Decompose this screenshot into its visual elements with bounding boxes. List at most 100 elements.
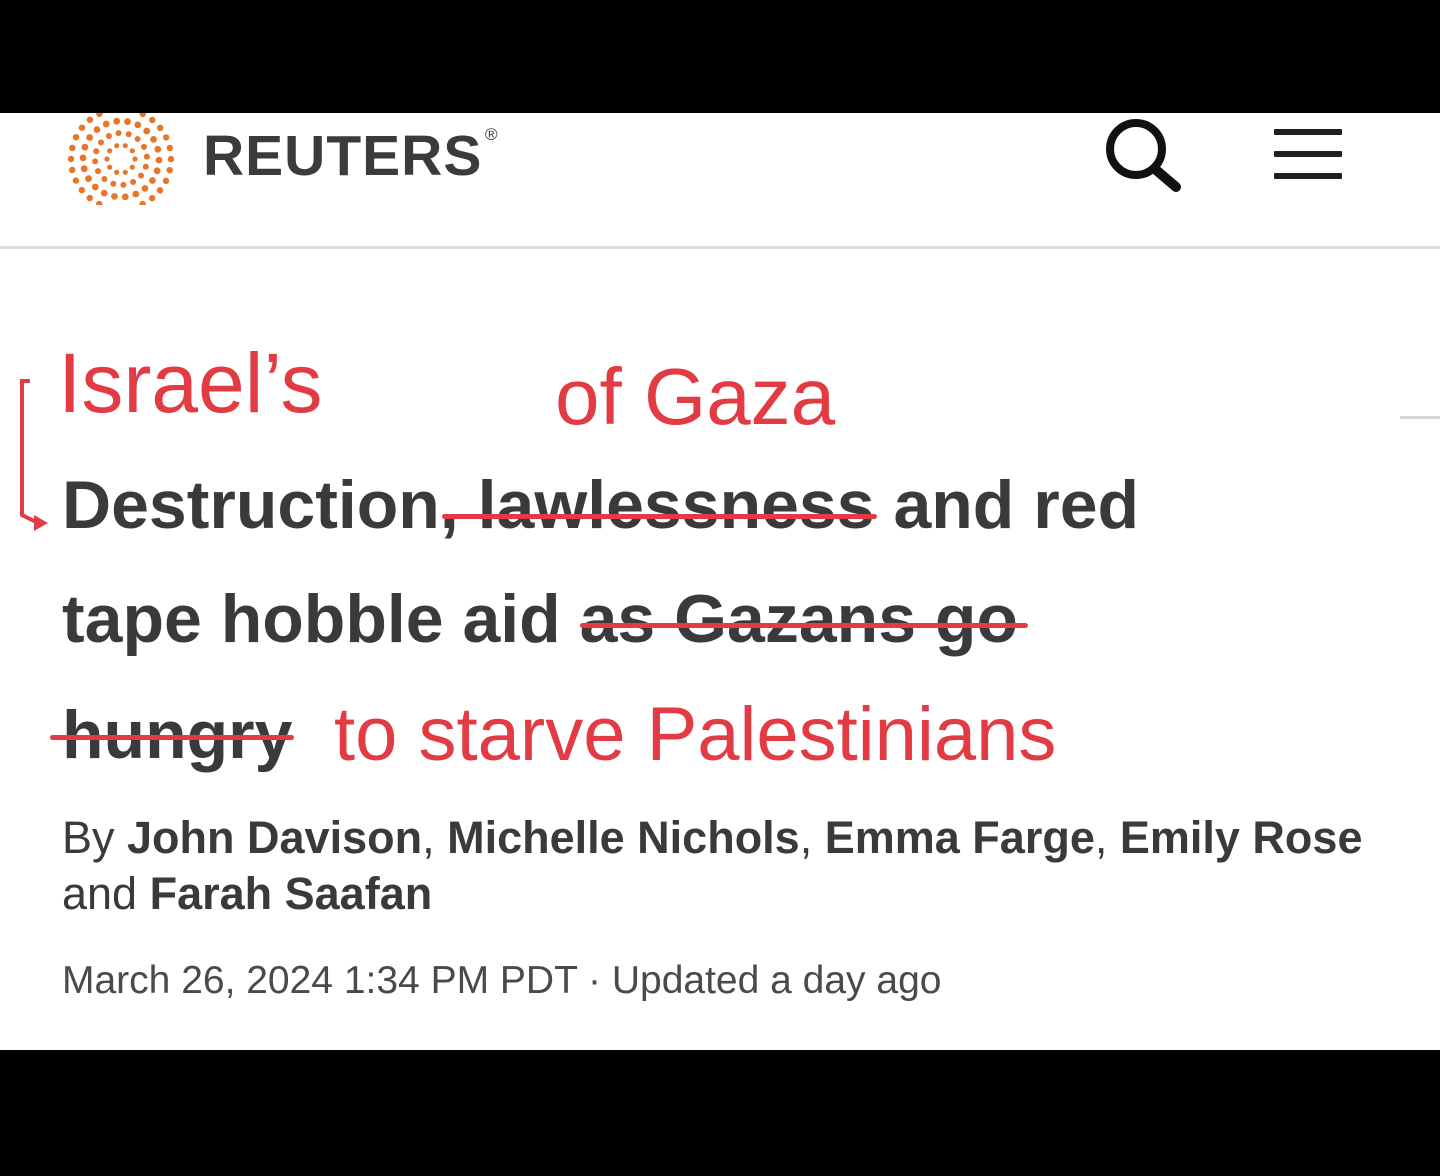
logo-dot bbox=[149, 116, 156, 124]
logo-dot bbox=[72, 134, 80, 141]
site-header: REUTERS ® bbox=[0, 113, 1440, 249]
annotation-israels: Israel’s bbox=[58, 336, 323, 430]
logo-dot bbox=[167, 155, 175, 163]
logo-dot bbox=[69, 144, 76, 151]
logo-dot bbox=[129, 164, 135, 170]
search-icon[interactable] bbox=[1100, 115, 1184, 195]
struck-text: as Gazans go bbox=[579, 581, 1028, 657]
logo-dot bbox=[80, 165, 88, 173]
logo-dot bbox=[143, 153, 150, 160]
logo-dot bbox=[86, 134, 93, 141]
logo-dot bbox=[91, 183, 99, 191]
logo-dot bbox=[78, 186, 85, 194]
struck-words: as Gazans go bbox=[579, 581, 1018, 657]
logo-dot bbox=[92, 158, 99, 165]
headline-text: Destruction bbox=[62, 467, 440, 543]
byline-sep: , bbox=[1094, 812, 1120, 863]
reuters-logo-icon[interactable] bbox=[58, 113, 184, 210]
headline-line-3[interactable]: hungry bbox=[50, 695, 295, 775]
logo-dot bbox=[107, 148, 113, 154]
logo-dot bbox=[166, 167, 173, 174]
byline: By John Davison, Michelle Nichols, Emma … bbox=[62, 810, 1382, 922]
logo-dot bbox=[153, 167, 161, 175]
logo-dot bbox=[98, 139, 104, 146]
byline-prefix: By bbox=[62, 812, 128, 863]
logo-dot bbox=[96, 200, 103, 208]
logo-dot bbox=[125, 131, 132, 138]
logo-dot bbox=[132, 156, 138, 162]
logo-dot bbox=[155, 156, 163, 164]
annotation-to-starve: to starve Palestinians bbox=[334, 692, 1057, 777]
author-link[interactable]: John Davison bbox=[127, 812, 422, 863]
author-link[interactable]: Emily Rose bbox=[1120, 812, 1363, 863]
byline-sep: , bbox=[799, 812, 825, 863]
strike-line bbox=[50, 735, 295, 740]
struck-text: hungry bbox=[50, 697, 295, 773]
logo-dot bbox=[95, 168, 101, 175]
author-link[interactable]: Michelle Nichols bbox=[447, 812, 800, 863]
author-link[interactable]: Farah Saafan bbox=[150, 868, 433, 919]
logo-dot bbox=[110, 180, 117, 187]
logo-dot bbox=[78, 124, 86, 131]
author-link[interactable]: Emma Farge bbox=[825, 812, 1095, 863]
logo-dot bbox=[93, 126, 101, 133]
logo-dot bbox=[154, 145, 162, 153]
logo-dot bbox=[120, 181, 127, 188]
logo-dot bbox=[150, 136, 157, 143]
logo-dot bbox=[143, 127, 151, 135]
logo-dot bbox=[105, 133, 112, 139]
logo-dot bbox=[86, 116, 94, 123]
logo-dot bbox=[132, 190, 140, 198]
logo-dot bbox=[85, 175, 92, 182]
brand-name[interactable]: REUTERS bbox=[203, 121, 482, 191]
logo-dot bbox=[121, 193, 129, 201]
logo-dot bbox=[93, 148, 100, 155]
logo-dot bbox=[134, 121, 142, 129]
logo-dot bbox=[130, 179, 137, 185]
headline-line-1[interactable]: Destruction, lawlessness and red bbox=[62, 465, 1139, 545]
logo-dot bbox=[107, 164, 113, 170]
logo-dot bbox=[69, 166, 76, 174]
strike-line bbox=[579, 623, 1028, 628]
logo-dot bbox=[162, 177, 170, 184]
logo-dot bbox=[114, 143, 120, 149]
logo-dot bbox=[139, 200, 146, 208]
logo-dot bbox=[115, 130, 122, 137]
logo-dot bbox=[124, 118, 131, 125]
logo-dot bbox=[162, 134, 170, 141]
logo-dot bbox=[114, 169, 120, 175]
registered-mark: ® bbox=[485, 125, 498, 144]
hamburger-menu-icon[interactable] bbox=[1268, 121, 1346, 187]
article-screen: REUTERS ® Israel’s of Gaza Destruction, … bbox=[0, 113, 1440, 1050]
logo-dot bbox=[122, 169, 128, 175]
headline-line-2[interactable]: tape hobble aid as Gazans go bbox=[62, 579, 1028, 659]
logo-dot bbox=[134, 136, 141, 142]
logo-dot bbox=[81, 143, 89, 151]
logo-dot bbox=[129, 148, 135, 154]
logo-dot bbox=[100, 189, 108, 197]
logo-dot bbox=[141, 143, 147, 150]
logo-dot bbox=[149, 177, 156, 184]
byline-sep: , bbox=[422, 812, 448, 863]
logo-dot bbox=[122, 143, 128, 149]
headline-text: and red bbox=[874, 467, 1140, 543]
dateline: March 26, 2024 1:34 PM PDT · Updated a d… bbox=[62, 959, 942, 1002]
logo-dot bbox=[156, 187, 164, 194]
byline-and: and bbox=[62, 868, 150, 919]
strike-line bbox=[441, 514, 877, 519]
annotation-of-gaza: of Gaza bbox=[555, 352, 836, 441]
logo-dot bbox=[111, 193, 118, 200]
logo-dot bbox=[72, 177, 80, 184]
logo-dot bbox=[102, 120, 110, 128]
logo-dot bbox=[148, 195, 156, 202]
logo-dot bbox=[139, 113, 146, 118]
logo-dot bbox=[157, 124, 164, 132]
divider bbox=[1400, 416, 1440, 419]
logo-dot bbox=[113, 117, 121, 125]
logo-dot bbox=[86, 194, 93, 202]
logo-dot bbox=[142, 163, 149, 170]
struck-words: , lawlessness bbox=[439, 467, 875, 543]
logo-dot bbox=[67, 155, 75, 163]
struck-text: , lawlessness bbox=[439, 467, 877, 543]
logo-dot bbox=[79, 154, 87, 162]
